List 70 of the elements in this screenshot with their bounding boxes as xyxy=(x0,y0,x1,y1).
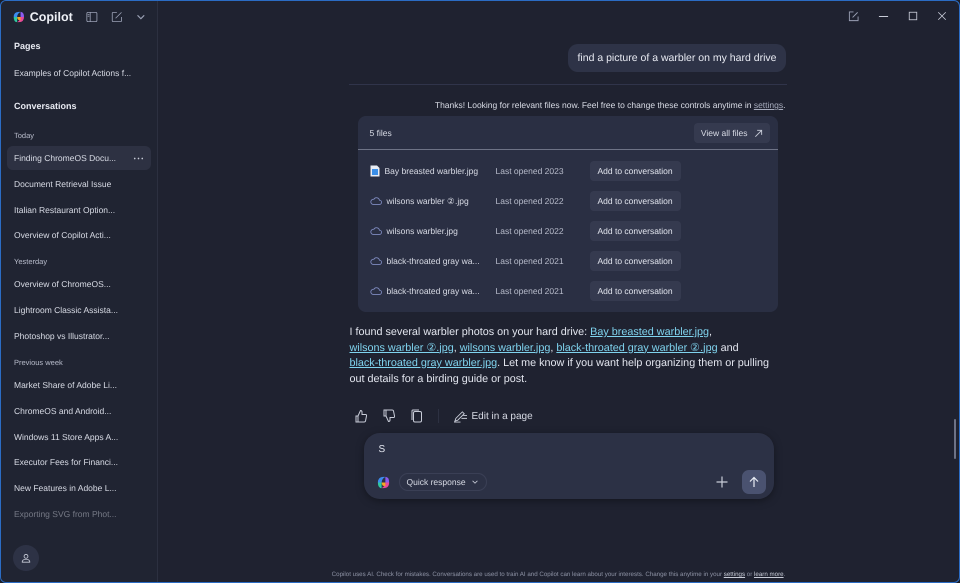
message-composer[interactable]: S Quick response xyxy=(364,433,774,499)
copy-icon[interactable] xyxy=(410,409,424,423)
last-opened: Last opened 2022 xyxy=(496,226,565,236)
logo-icon xyxy=(12,10,26,24)
conversation-item[interactable]: Italian Restaurant Option... xyxy=(7,198,151,222)
arrow-up-icon xyxy=(748,476,760,488)
conversation-item[interactable]: New Features in Adobe L... xyxy=(7,476,151,500)
file-link[interactable]: Bay breasted warbler.jpg xyxy=(590,326,710,338)
external-arrow-icon xyxy=(754,128,762,138)
file-name[interactable]: black-throated gray wa... xyxy=(386,256,480,266)
new-chat-icon[interactable] xyxy=(110,11,122,23)
user-message: find a picture of a warbler on my hard drive xyxy=(568,44,786,72)
settings-link[interactable]: settings xyxy=(754,100,784,110)
plus-icon[interactable] xyxy=(716,476,728,488)
conversation-item[interactable]: Finding ChromeOS Docu... xyxy=(7,146,151,170)
view-all-files-button[interactable]: View all files xyxy=(694,123,770,143)
file-link[interactable]: wilsons warbler ②.jpg xyxy=(350,342,454,354)
send-button[interactable] xyxy=(742,470,766,494)
last-opened: Last opened 2021 xyxy=(496,286,565,296)
last-opened: Last opened 2023 xyxy=(496,166,565,176)
thumbs-up-icon[interactable] xyxy=(354,409,368,423)
cloud-icon xyxy=(370,287,382,295)
pencil-icon xyxy=(452,410,468,422)
conversation-item[interactable]: Photoshop vs Illustrator... xyxy=(7,324,151,348)
chevron-down-icon xyxy=(470,478,479,486)
more-icon[interactable] xyxy=(133,156,144,160)
file-name[interactable]: Bay breasted warbler.jpg xyxy=(384,166,478,176)
conversation-item[interactable]: Examples of Copilot Actions f... xyxy=(7,61,151,85)
answer-paragraph: I found several warbler photos on your hard drive: Bay breasted warbler.jpg, wilsons warbler ②.jpg, wilsons warbler.jpg, black-throated gray warbler ②.jpg and black-throated gray warbler.jpg. Let me know if you want help organizing them or pulling out details for a birding guide or post. xyxy=(350,325,770,386)
file-link[interactable]: black-throated gray warbler.jpg xyxy=(350,357,498,369)
sidebar-toggle-icon[interactable] xyxy=(86,11,98,23)
copilot-logo-icon xyxy=(376,474,390,490)
cloud-icon xyxy=(370,227,382,235)
conversation-item[interactable]: Document Retrieval Issue xyxy=(7,172,151,196)
file-link[interactable]: black-throated gray warbler ②.jpg xyxy=(556,342,718,354)
section-heading: Pages xyxy=(13,40,42,53)
file-name[interactable]: wilsons warbler.jpg xyxy=(386,226,458,236)
add-to-conversation-button[interactable]: Add to conversation xyxy=(590,251,681,271)
cloud-icon xyxy=(370,197,382,205)
conversation-item[interactable]: Executor Fees for Financi... xyxy=(7,450,151,474)
maximize-icon[interactable] xyxy=(908,11,918,21)
file-name[interactable]: wilsons warbler ②.jpg xyxy=(386,196,469,206)
last-opened: Last opened 2021 xyxy=(496,256,565,266)
image-file-icon xyxy=(370,165,380,177)
status-message: Thanks! Looking for relevant files now. Feel free to change these controls anytime in settings. xyxy=(434,100,786,110)
file-link[interactable]: wilsons warbler.jpg xyxy=(460,342,550,354)
last-opened: Last opened 2022 xyxy=(496,196,565,206)
add-to-conversation-button[interactable]: Add to conversation xyxy=(590,191,681,211)
add-to-conversation-button[interactable]: Add to conversation xyxy=(590,281,681,301)
edit-in-page-button[interactable]: Edit in a page xyxy=(452,410,533,422)
conversation-item[interactable]: Overview of Copilot Acti... xyxy=(7,223,151,248)
response-mode-dropdown[interactable]: Quick response xyxy=(398,473,487,491)
conversation-item[interactable]: Lightroom Classic Assista... xyxy=(7,298,151,322)
file-name[interactable]: black-throated gray wa... xyxy=(386,286,480,296)
close-icon[interactable] xyxy=(937,11,947,21)
add-to-conversation-button[interactable]: Add to conversation xyxy=(590,161,681,181)
thumbs-down-icon[interactable] xyxy=(382,409,396,423)
conversation-item[interactable]: ChromeOS and Android... xyxy=(7,398,151,423)
section-heading: Conversations xyxy=(13,100,78,113)
compose-icon[interactable] xyxy=(848,10,859,22)
cloud-icon xyxy=(370,257,382,265)
file-count: 5 files xyxy=(370,128,392,138)
add-to-conversation-button[interactable]: Add to conversation xyxy=(590,221,681,241)
conversation-item[interactable]: Market Share of Adobe Li... xyxy=(7,372,151,397)
app-name: Copilot xyxy=(30,10,73,24)
person-icon xyxy=(21,553,31,563)
message-input[interactable]: S xyxy=(364,433,774,462)
conversation-item[interactable]: Windows 11 Store Apps A... xyxy=(7,424,151,449)
profile-button[interactable] xyxy=(13,545,39,571)
conversation-item[interactable]: Overview of ChromeOS... xyxy=(7,272,151,296)
